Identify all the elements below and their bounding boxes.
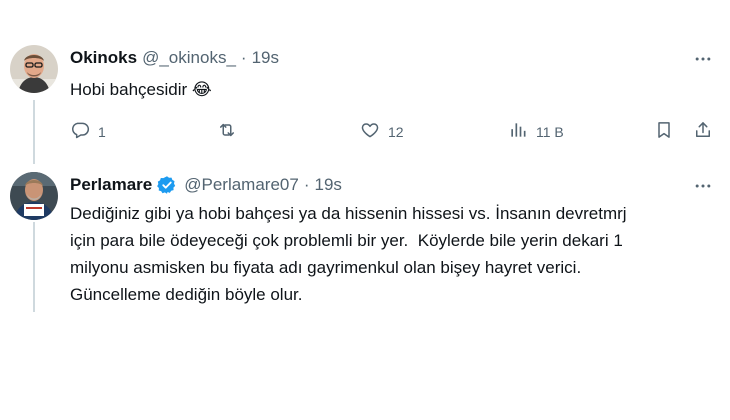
author-name[interactable]: Okinoks (70, 48, 137, 68)
thread-connector-line (33, 222, 35, 312)
retweet-icon (217, 120, 237, 143)
avatar-okinoks[interactable] (10, 45, 58, 93)
views-icon (508, 120, 528, 143)
tweet-okinoks[interactable]: Okinoks @_okinoks_ · 19s Hobi bahçesidir… (0, 34, 730, 154)
author-name[interactable]: Perlamare (70, 175, 152, 195)
tweet-header: Okinoks @_okinoks_ · 19s (70, 48, 279, 68)
views-count: 11 B (536, 123, 564, 140)
tweet-header: Perlamare @Perlamare07 · 19s (70, 175, 342, 195)
reply-icon (70, 120, 90, 143)
separator-dot: · (240, 48, 247, 67)
views-button[interactable]: 11 B (508, 120, 564, 143)
like-button[interactable]: 12 (360, 120, 404, 143)
share-button[interactable] (693, 120, 713, 143)
tweet-time[interactable]: 19s (315, 175, 342, 195)
bookmark-button[interactable] (654, 120, 674, 143)
like-count: 12 (388, 123, 404, 140)
share-icon (693, 120, 713, 143)
author-handle[interactable]: @Perlamare07 (184, 175, 299, 195)
verified-badge-icon (157, 175, 177, 195)
tweet-text: Hobi bahçesidir 😂 (70, 80, 212, 99)
thread-connector-line (33, 100, 35, 164)
avatar-perlamare[interactable] (10, 172, 58, 220)
retweet-button[interactable] (217, 120, 245, 143)
bookmark-icon (654, 120, 674, 143)
more-horizontal-icon[interactable] (692, 48, 714, 70)
tweet-text: Dediğiniz gibi ya hobi bahçesi ya da his… (70, 204, 627, 304)
tweet-actions: 1 12 11 B (70, 120, 716, 140)
reply-button[interactable]: 1 (70, 120, 106, 143)
heart-icon (360, 120, 380, 143)
author-handle[interactable]: @_okinoks_ (142, 48, 236, 68)
separator-dot: · (303, 175, 310, 194)
tweet-perlamare[interactable]: Perlamare @Perlamare07 · 19s Dediğiniz g… (0, 166, 730, 316)
tweet-time[interactable]: 19s (252, 48, 279, 68)
more-horizontal-icon[interactable] (692, 175, 714, 197)
reply-count: 1 (98, 123, 106, 140)
